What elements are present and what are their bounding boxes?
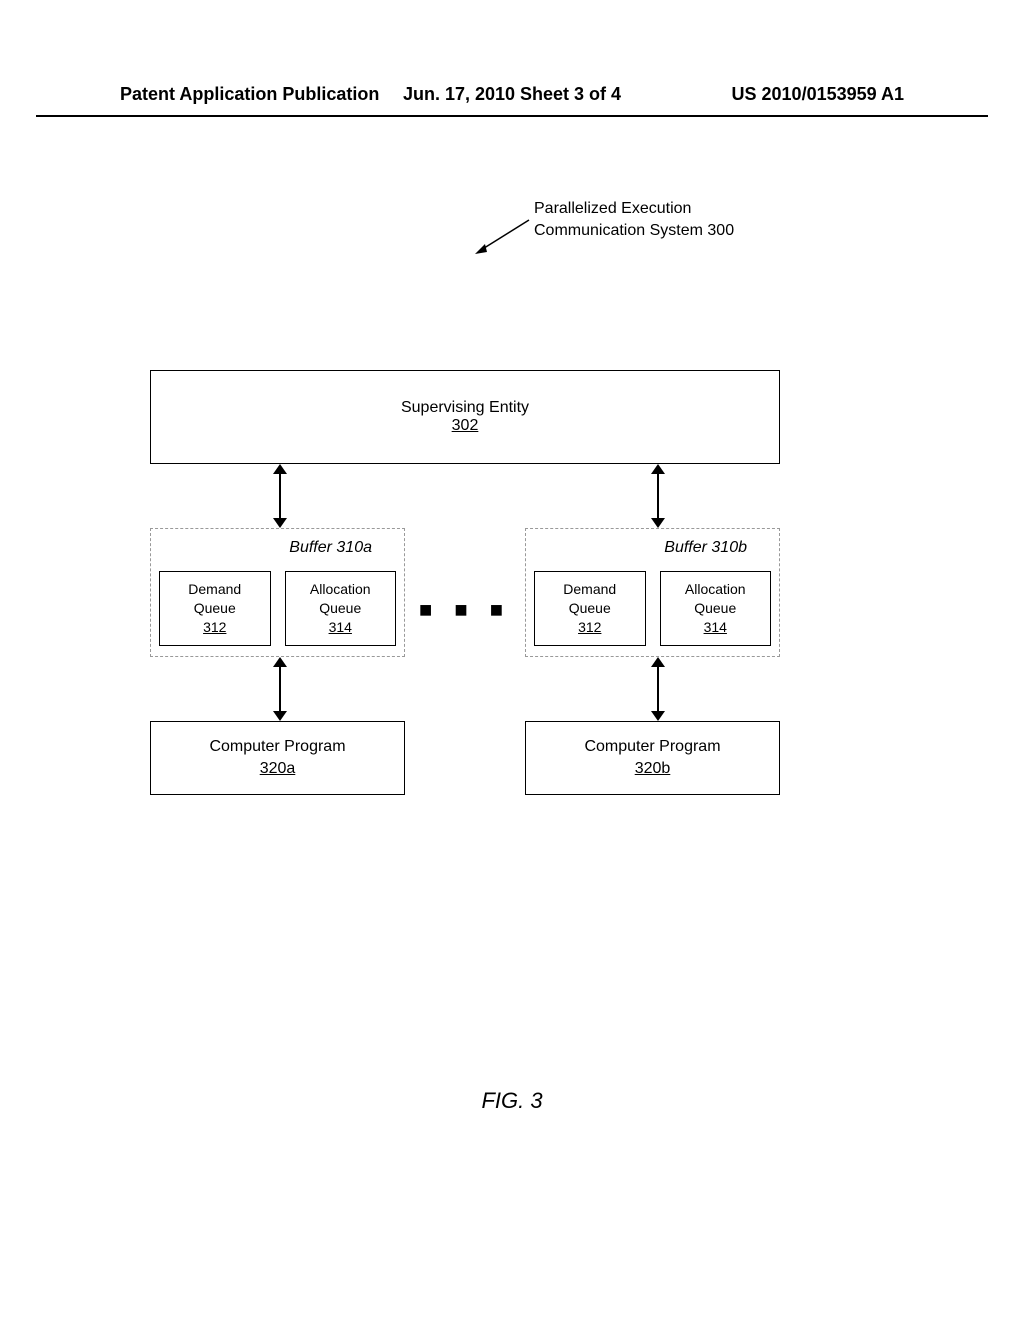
- system-title-line2: Communication System 300: [534, 220, 734, 242]
- arrow-double-icon: [270, 464, 290, 528]
- buffer-b: Buffer 310b Demand Queue 312 Allocation …: [525, 528, 780, 657]
- buffer-a-title: Buffer 310a: [159, 535, 396, 571]
- arrow-double-icon: [648, 657, 668, 721]
- programs-row: Computer Program 320a Computer Program 3…: [150, 721, 780, 796]
- demand-queue-a: Demand Queue 312: [159, 571, 271, 646]
- demand-queue-b: Demand Queue 312: [534, 571, 646, 646]
- allocation-queue-b-l1: Allocation: [663, 580, 769, 599]
- arrows-top: [150, 464, 780, 528]
- allocation-queue-a: Allocation Queue 314: [285, 571, 397, 646]
- supervising-entity-box: Supervising Entity 302: [150, 370, 780, 464]
- buffer-a-queues: Demand Queue 312 Allocation Queue 314: [159, 571, 396, 646]
- header-left: Patent Application Publication: [120, 84, 381, 105]
- buffer-b-title: Buffer 310b: [534, 535, 771, 571]
- page: Patent Application Publication Jun. 17, …: [0, 0, 1024, 1320]
- program-b-col: Computer Program 320b: [525, 721, 780, 796]
- program-a-col: Computer Program 320a: [150, 721, 405, 796]
- demand-queue-b-ref: 312: [537, 618, 643, 637]
- buffer-b-queues: Demand Queue 312 Allocation Queue 314: [534, 571, 771, 646]
- allocation-queue-b-l2: Queue: [663, 599, 769, 618]
- allocation-queue-a-l1: Allocation: [288, 580, 394, 599]
- pointer-line-icon: [475, 218, 531, 254]
- diagram: Supervising Entity 302 Buffer 310a Deman…: [150, 370, 780, 795]
- allocation-queue-a-ref: 314: [288, 618, 394, 637]
- computer-program-a-ref: 320a: [155, 758, 400, 780]
- allocation-queue-a-l2: Queue: [288, 599, 394, 618]
- system-title-line1: Parallelized Execution: [534, 198, 734, 220]
- header-rule: [36, 115, 988, 117]
- header-center: Jun. 17, 2010 Sheet 3 of 4: [381, 84, 642, 105]
- header-right: US 2010/0153959 A1: [643, 84, 904, 105]
- document-header: Patent Application Publication Jun. 17, …: [0, 84, 1024, 117]
- buffer-a: Buffer 310a Demand Queue 312 Allocation …: [150, 528, 405, 657]
- system-title-label: Parallelized Execution Communication Sys…: [534, 198, 734, 241]
- supervising-entity-ref: 302: [452, 417, 479, 435]
- arrows-bottom: [150, 657, 780, 721]
- ellipsis-icon: ■ ■ ■: [405, 597, 525, 657]
- demand-queue-b-l1: Demand: [537, 580, 643, 599]
- supervising-entity-title: Supervising Entity: [401, 399, 529, 417]
- demand-queue-a-l1: Demand: [162, 580, 268, 599]
- demand-queue-a-l2: Queue: [162, 599, 268, 618]
- computer-program-a-title: Computer Program: [155, 736, 400, 758]
- figure-caption: FIG. 3: [0, 1088, 1024, 1114]
- computer-program-b-ref: 320b: [530, 758, 775, 780]
- buffers-row: Buffer 310a Demand Queue 312 Allocation …: [150, 528, 780, 657]
- allocation-queue-b-ref: 314: [663, 618, 769, 637]
- demand-queue-a-ref: 312: [162, 618, 268, 637]
- arrow-double-icon: [270, 657, 290, 721]
- demand-queue-b-l2: Queue: [537, 599, 643, 618]
- header-row: Patent Application Publication Jun. 17, …: [0, 84, 1024, 113]
- allocation-queue-b: Allocation Queue 314: [660, 571, 772, 646]
- computer-program-b-title: Computer Program: [530, 736, 775, 758]
- computer-program-a: Computer Program 320a: [150, 721, 405, 796]
- arrow-double-icon: [648, 464, 668, 528]
- program-spacer: [405, 721, 525, 796]
- computer-program-b: Computer Program 320b: [525, 721, 780, 796]
